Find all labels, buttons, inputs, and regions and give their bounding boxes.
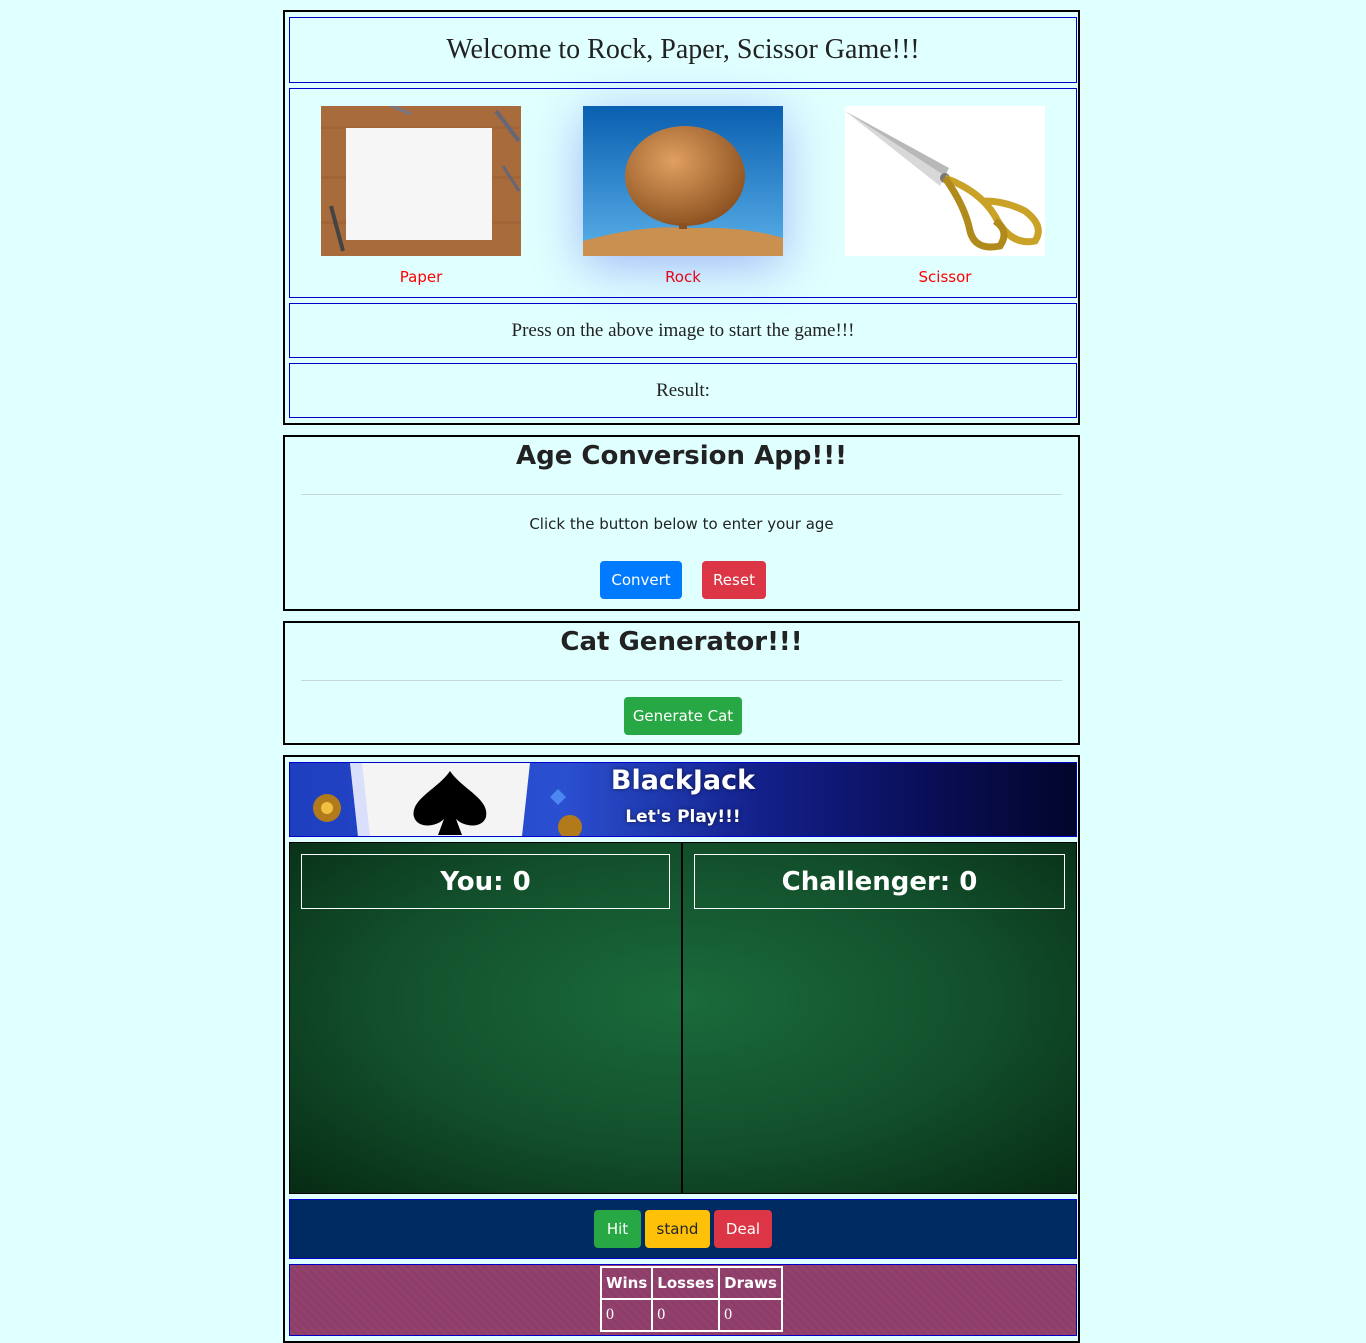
stats-header-row: Wins Losses Draws [599, 1266, 783, 1300]
cat-generator-container: Cat Generator!!! Generate Cat [283, 621, 1080, 745]
rps-message: Press on the above image to start the ga… [289, 303, 1077, 358]
blackjack-header: BlackJack Let's Play!!! [289, 762, 1077, 837]
losses-value: 0 [651, 1298, 721, 1332]
your-score: You: 0 [301, 854, 670, 909]
draws-value: 0 [718, 1298, 783, 1332]
age-title: Age Conversion App!!! [515, 441, 847, 471]
age-divider [301, 494, 1062, 495]
hit-button[interactable]: Hit [594, 1210, 641, 1248]
losses-header: Losses [651, 1266, 721, 1300]
choice-paper[interactable]: Paper [321, 106, 521, 286]
scissor-label: Scissor [918, 268, 972, 286]
your-box: You: 0 [290, 843, 683, 1193]
rock-image[interactable] [583, 106, 783, 256]
generate-cat-button[interactable]: Generate Cat [624, 697, 742, 735]
blackjack-subtitle: Let's Play!!! [625, 807, 741, 827]
wins-value: 0 [599, 1298, 654, 1332]
draws-header: Draws [718, 1266, 783, 1300]
age-subtitle: Click the button below to enter your age [529, 515, 834, 533]
cat-divider [301, 680, 1062, 681]
cat-title: Cat Generator!!! [560, 627, 803, 657]
rock-label: Rock [665, 268, 701, 286]
reset-button[interactable]: Reset [702, 561, 766, 599]
stats-table: Wins Losses Draws 0 0 0 [599, 1266, 783, 1332]
challenger-box: Challenger: 0 [683, 843, 1076, 1193]
paper-image[interactable] [321, 106, 521, 256]
age-conversion-container: Age Conversion App!!! Click the button b… [283, 435, 1080, 611]
blackjack-title: BlackJack [610, 765, 756, 796]
stand-button[interactable]: stand [645, 1210, 710, 1248]
stats-value-row: 0 0 0 [599, 1298, 783, 1332]
rps-choices: Paper Rock Scissor [289, 88, 1077, 298]
paper-label: Paper [399, 268, 443, 286]
rps-title: Welcome to Rock, Paper, Scissor Game!!! [289, 17, 1077, 83]
convert-button[interactable]: Convert [600, 561, 682, 599]
scissor-image[interactable] [845, 106, 1045, 256]
rps-result: Result: [289, 363, 1077, 418]
challenger-score: Challenger: 0 [694, 854, 1065, 909]
blackjack-table: You: 0 Challenger: 0 [289, 842, 1077, 1194]
blackjack-controls: Hit stand Deal [289, 1199, 1077, 1259]
wins-header: Wins [599, 1266, 654, 1300]
deal-button[interactable]: Deal [714, 1210, 772, 1248]
blackjack-stats: Wins Losses Draws 0 0 0 [289, 1264, 1077, 1336]
choice-scissor[interactable]: Scissor [845, 106, 1045, 286]
choice-rock[interactable]: Rock [583, 106, 783, 286]
